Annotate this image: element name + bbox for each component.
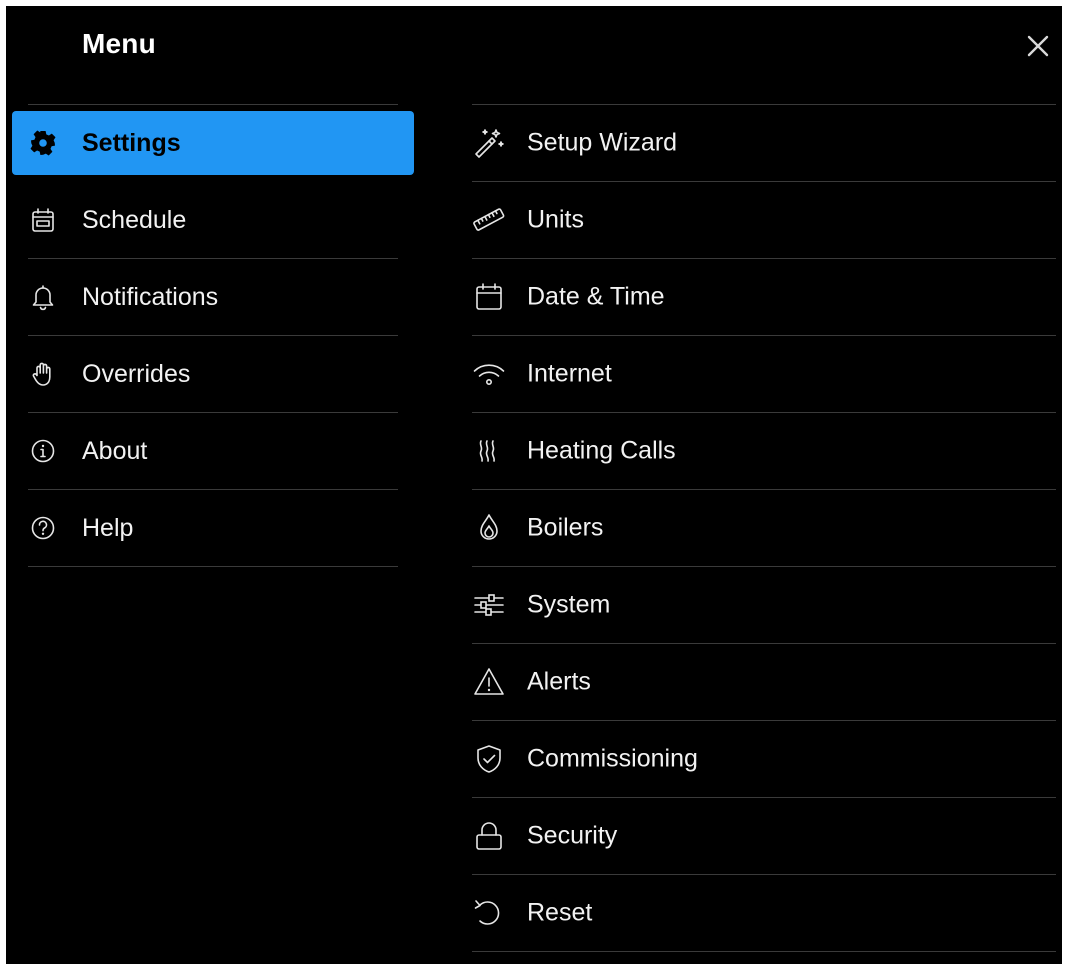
calendar-icon bbox=[472, 280, 506, 314]
ruler-icon bbox=[472, 203, 506, 237]
settings-item-label: Heating Calls bbox=[527, 436, 676, 465]
settings-item-label: System bbox=[527, 590, 611, 619]
settings-item-system[interactable]: System bbox=[472, 567, 1056, 644]
settings-item-label: Internet bbox=[527, 359, 612, 388]
settings-item-label: Setup Wizard bbox=[527, 128, 678, 157]
menu-item-label: Schedule bbox=[82, 205, 187, 234]
menu-item-overrides[interactable]: Overrides bbox=[28, 336, 398, 413]
settings-item-boilers[interactable]: Boilers bbox=[472, 490, 1056, 567]
close-button[interactable] bbox=[1024, 32, 1052, 60]
menu-item-label: Overrides bbox=[82, 359, 191, 388]
hand-icon bbox=[28, 359, 58, 389]
settings-item-label: Security bbox=[527, 821, 618, 850]
menu-item-about[interactable]: About bbox=[28, 413, 398, 490]
menu-item-label: Help bbox=[82, 513, 134, 542]
settings-item-label: Alerts bbox=[527, 667, 591, 696]
warning-icon bbox=[472, 665, 506, 699]
settings-item-security[interactable]: Security bbox=[472, 798, 1056, 875]
settings-item-label: Units bbox=[527, 205, 584, 234]
settings-item-units[interactable]: Units bbox=[472, 182, 1056, 259]
magic-wand-icon bbox=[472, 126, 506, 160]
settings-item-label: Date & Time bbox=[527, 282, 665, 311]
info-icon bbox=[28, 436, 58, 466]
menu-panel: Menu Settings Schedule Notifications Ove… bbox=[6, 6, 1062, 964]
wifi-icon bbox=[472, 357, 506, 391]
sliders-icon bbox=[472, 588, 506, 622]
help-icon bbox=[28, 513, 58, 543]
settings-item-label: Commissioning bbox=[527, 744, 698, 773]
menu-item-label: About bbox=[82, 436, 148, 465]
lock-icon bbox=[472, 819, 506, 853]
close-icon[interactable] bbox=[1024, 32, 1052, 60]
heat-waves-icon bbox=[472, 434, 506, 468]
menu-item-settings[interactable]: Settings bbox=[12, 105, 414, 182]
bell-icon bbox=[28, 282, 58, 312]
settings-item-alerts[interactable]: Alerts bbox=[472, 644, 1056, 721]
flame-icon bbox=[472, 511, 506, 545]
settings-item-internet[interactable]: Internet bbox=[472, 336, 1056, 413]
calendar-schedule-icon bbox=[28, 205, 58, 235]
settings-item-heating-calls[interactable]: Heating Calls bbox=[472, 413, 1056, 490]
reset-icon bbox=[472, 896, 506, 930]
gear-icon bbox=[28, 128, 58, 158]
settings-item-label: Reset bbox=[527, 898, 593, 927]
settings-item-label: Boilers bbox=[527, 513, 604, 542]
main-menu: Settings Schedule Notifications Override… bbox=[12, 104, 414, 567]
settings-submenu: Setup Wizard Units Date & Time Internet … bbox=[472, 104, 1056, 952]
menu-title: Menu bbox=[82, 28, 156, 59]
menu-item-label: Settings bbox=[82, 128, 181, 157]
settings-item-reset[interactable]: Reset bbox=[472, 875, 1056, 952]
shield-check-icon bbox=[472, 742, 506, 776]
settings-item-commissioning[interactable]: Commissioning bbox=[472, 721, 1056, 798]
settings-item-date-time[interactable]: Date & Time bbox=[472, 259, 1056, 336]
menu-item-label: Notifications bbox=[82, 282, 219, 311]
menu-item-help[interactable]: Help bbox=[28, 490, 398, 567]
menu-item-schedule[interactable]: Schedule bbox=[28, 182, 398, 259]
settings-item-setup-wizard[interactable]: Setup Wizard bbox=[472, 105, 1056, 182]
menu-item-notifications[interactable]: Notifications bbox=[28, 259, 398, 336]
